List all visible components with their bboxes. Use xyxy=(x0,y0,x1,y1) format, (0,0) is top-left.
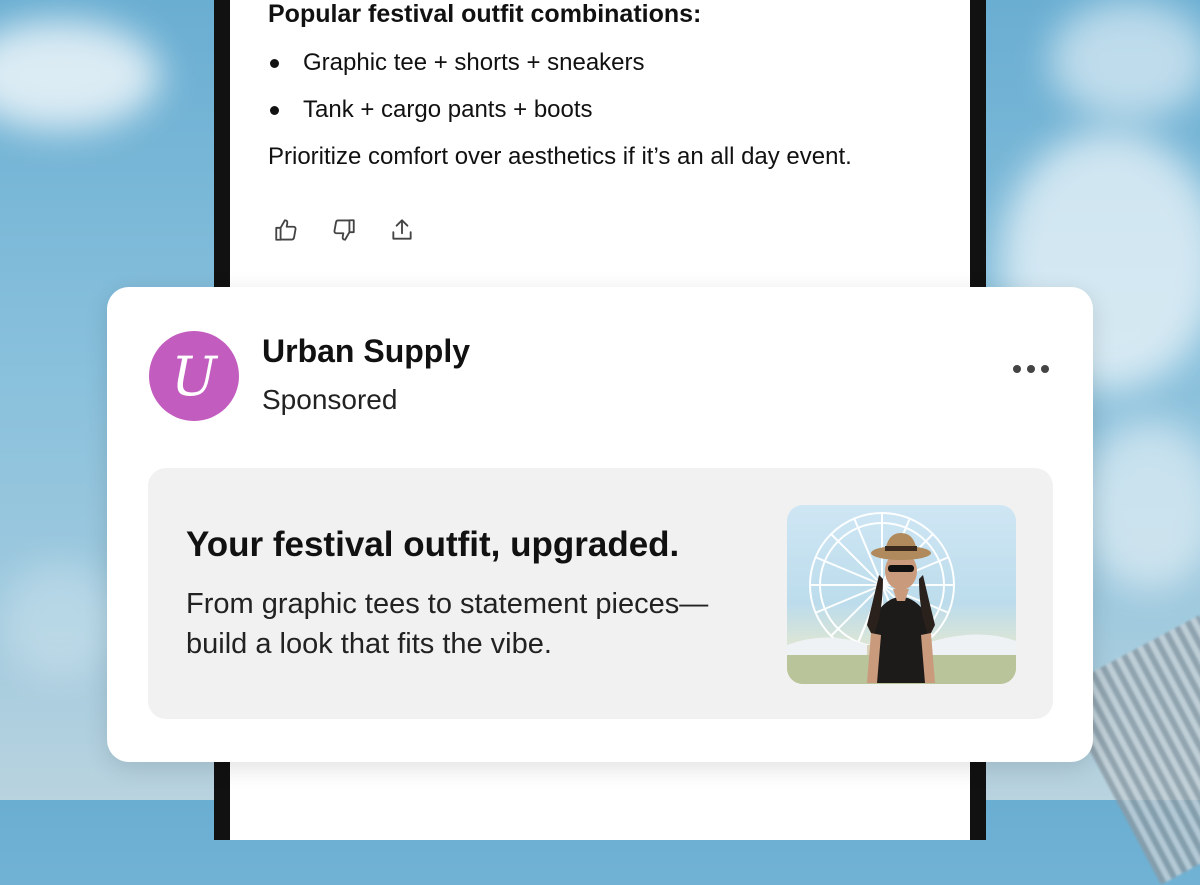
brand-name[interactable]: Urban Supply xyxy=(262,333,470,370)
thumbs-down-icon[interactable] xyxy=(330,216,358,244)
more-dot xyxy=(1027,365,1035,373)
more-dot xyxy=(1013,365,1021,373)
more-dot xyxy=(1041,365,1049,373)
chat-note: Prioritize comfort over aesthetics if it… xyxy=(268,143,852,170)
outfit-list: Graphic tee + shorts + sneakers Tank + c… xyxy=(268,47,940,141)
response-actions xyxy=(272,216,416,244)
ad-content[interactable]: Your festival outfit, upgraded. From gra… xyxy=(148,468,1053,719)
chat-heading: Popular festival outfit combinations: xyxy=(268,0,702,28)
ad-product-image[interactable] xyxy=(787,505,1016,684)
background-cloud xyxy=(1080,420,1200,590)
ad-headline: Your festival outfit, upgraded. xyxy=(186,525,680,564)
share-icon[interactable] xyxy=(388,216,416,244)
list-item: Tank + cargo pants + boots xyxy=(268,94,940,141)
chat-response: Popular festival outfit combinations: Gr… xyxy=(268,0,940,171)
list-item: Graphic tee + shorts + sneakers xyxy=(268,47,940,94)
ad-body-text: From graphic tees to statement pieces—bu… xyxy=(186,588,709,660)
more-options-icon[interactable] xyxy=(1013,365,1049,373)
background-cloud xyxy=(0,560,120,680)
background-cloud xyxy=(1050,0,1200,120)
thumbs-up-icon[interactable] xyxy=(272,216,300,244)
background-cloud xyxy=(0,20,160,130)
brand-avatar[interactable]: U xyxy=(149,331,239,421)
sponsored-ad-card[interactable]: U Urban Supply Sponsored Your festival o… xyxy=(107,287,1093,762)
sponsored-label: Sponsored xyxy=(262,384,398,415)
